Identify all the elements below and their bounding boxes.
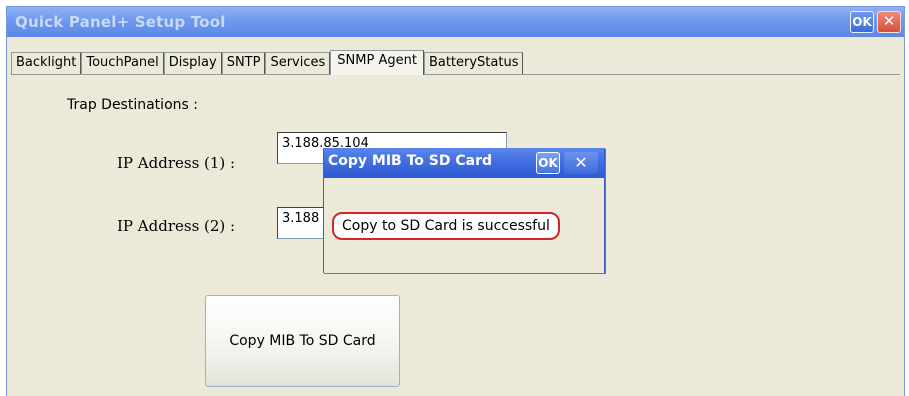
trap-destinations-label: Trap Destinations :: [67, 97, 198, 113]
tab-display[interactable]: Display: [163, 52, 222, 74]
dialog-ok-button[interactable]: OK: [536, 152, 560, 174]
tab-divider: [11, 74, 900, 75]
copy-mib-dialog: Copy MIB To SD Card OK ✕ Copy to SD Card…: [323, 148, 605, 273]
dialog-titlebar[interactable]: Copy MIB To SD Card OK ✕: [324, 148, 604, 178]
copy-mib-button[interactable]: Copy MIB To SD Card: [205, 295, 400, 387]
ip-address-1-label: IP Address (1) :: [117, 154, 236, 172]
window-titlebar[interactable]: Quick Panel+ Setup Tool OK ✕: [7, 7, 904, 37]
dialog-body: Copy to SD Card is successful: [324, 178, 604, 273]
tab-sntp[interactable]: SNTP: [221, 52, 266, 74]
tab-backlight[interactable]: Backlight: [11, 52, 82, 74]
tab-touchpanel[interactable]: TouchPanel: [81, 52, 164, 74]
close-icon: ✕: [882, 12, 896, 30]
ip-address-2-label: IP Address (2) :: [117, 217, 236, 235]
setup-tool-window: Quick Panel+ Setup Tool OK ✕ Backlight T…: [6, 6, 905, 396]
tab-services[interactable]: Services: [265, 52, 331, 74]
close-icon: ✕: [574, 153, 588, 172]
tab-strip: Backlight TouchPanel Display SNTP Servic…: [11, 50, 524, 75]
dialog-title: Copy MIB To SD Card: [328, 153, 493, 169]
tab-snmp-agent[interactable]: SNMP Agent: [330, 50, 424, 75]
dialog-close-button[interactable]: ✕: [564, 152, 598, 174]
window-ok-button[interactable]: OK: [850, 11, 874, 33]
success-message: Copy to SD Card is successful: [332, 212, 560, 240]
tab-batterystatus[interactable]: BatteryStatus: [423, 52, 524, 74]
window-close-button[interactable]: ✕: [877, 11, 901, 33]
window-title: Quick Panel+ Setup Tool: [15, 13, 226, 31]
